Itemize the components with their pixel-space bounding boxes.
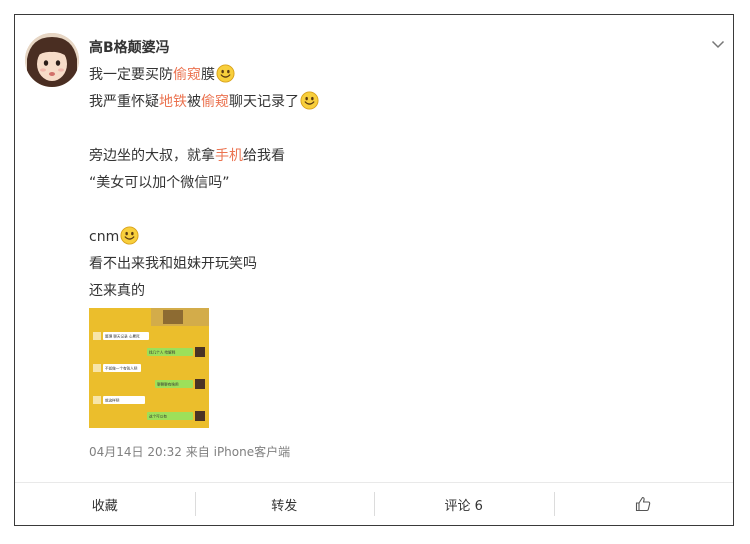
chat-bubble: 聊聊聊有啥用 xyxy=(155,379,205,389)
chat-bubble-text: 整理 聊天记录 心累死 xyxy=(105,333,140,338)
keyword-link[interactable]: 地铁 xyxy=(159,94,187,110)
keyword-link[interactable]: 手机 xyxy=(215,148,243,164)
post-text: 我一定要买防偷窥膜 我严重怀疑地铁被偷窥聊天记录了 旁边坐的大叔，就拿手机给我看 “美… xyxy=(89,62,689,305)
source-client[interactable]: iPhone客户端 xyxy=(214,445,291,459)
repost-label: 转发 xyxy=(271,498,298,514)
post-text-line: 我一定要买防偷窥膜 xyxy=(89,62,689,89)
favorite-button[interactable]: 收藏 xyxy=(15,483,195,525)
keyword-link[interactable]: 偷窥 xyxy=(201,94,229,110)
post-text-line: 旁边坐的大叔，就拿手机给我看 xyxy=(89,143,689,170)
text-segment: 被 xyxy=(187,94,201,110)
text-segment: 我一定要买防 xyxy=(89,67,173,83)
post-text-line: 看不出来我和姐妹开玩笑吗 xyxy=(89,251,689,278)
post-time[interactable]: 04月14日 20:32 xyxy=(89,445,182,459)
chevron-down-icon[interactable] xyxy=(711,37,725,51)
keyword-link[interactable]: 偷窥 xyxy=(173,67,201,83)
comment-label: 评论 6 xyxy=(444,498,483,514)
like-button[interactable] xyxy=(553,483,734,525)
post-image-thumbnail[interactable]: 整理 聊天记录 心累死找几个人 给解释不如做一个有钱人吧聊聊聊有啥用就这样吧这个… xyxy=(89,308,209,428)
chat-bubble: 就这样吧 xyxy=(93,396,145,404)
thumbs-up-icon xyxy=(636,496,651,512)
post-text-line: 还来真的 xyxy=(89,278,689,305)
text-segment: cnm xyxy=(89,229,120,245)
chat-bubble-text: 这个可以有 xyxy=(149,413,167,418)
post-meta: 04月14日 20:32 来自 iPhone客户端 xyxy=(89,443,290,460)
comment-button[interactable]: 评论 6 xyxy=(374,483,554,525)
action-toolbar: 收藏 转发 评论 6 xyxy=(15,482,733,525)
post-text-line: 我严重怀疑地铁被偷窥聊天记录了 xyxy=(89,89,689,116)
text-segment: 还来真的 xyxy=(89,283,145,299)
smile-emoji-icon xyxy=(300,91,319,110)
chat-bubble-text: 找几个人 给解释 xyxy=(149,349,176,354)
chat-bubble-text: 聊聊聊有啥用 xyxy=(157,381,179,386)
post-text-line: “美女可以加个微信吗” xyxy=(89,170,689,197)
chat-bubble: 找几个人 给解释 xyxy=(147,347,205,357)
chat-bubble: 不如做一个有钱人吧 xyxy=(93,364,141,372)
smile-emoji-icon xyxy=(216,64,235,83)
chat-screenshot-image: 整理 聊天记录 心累死找几个人 给解释不如做一个有钱人吧聊聊聊有啥用就这样吧这个… xyxy=(89,308,209,428)
text-segment: 膜 xyxy=(201,67,215,83)
chat-bubble: 这个可以有 xyxy=(147,411,205,421)
avatar[interactable] xyxy=(25,33,79,87)
chat-bubble-text: 就这样吧 xyxy=(105,397,120,402)
username[interactable]: 高B格颠婆冯 xyxy=(89,37,170,57)
post-text-line: cnm xyxy=(89,224,689,251)
text-segment: 聊天记录了 xyxy=(229,94,299,110)
smile-emoji-icon xyxy=(120,226,139,245)
favorite-label: 收藏 xyxy=(91,498,118,514)
chat-bubble-text: 不如做一个有钱人吧 xyxy=(105,365,138,370)
text-segment: 看不出来我和姐妹开玩笑吗 xyxy=(89,256,257,272)
text-segment: 我严重怀疑 xyxy=(89,94,159,110)
text-segment: 给我看 xyxy=(243,148,285,164)
text-segment: “美女可以加个微信吗” xyxy=(89,175,230,191)
weibo-post-card: 高B格颠婆冯 我一定要买防偷窥膜 我严重怀疑地铁被偷窥聊天记录了 旁边坐的大叔，就拿… xyxy=(14,14,734,526)
source-prefix: 来自 xyxy=(185,445,210,459)
avatar-portrait-icon xyxy=(25,33,79,87)
text-segment: 旁边坐的大叔，就拿 xyxy=(89,148,215,164)
repost-button[interactable]: 转发 xyxy=(194,483,375,525)
